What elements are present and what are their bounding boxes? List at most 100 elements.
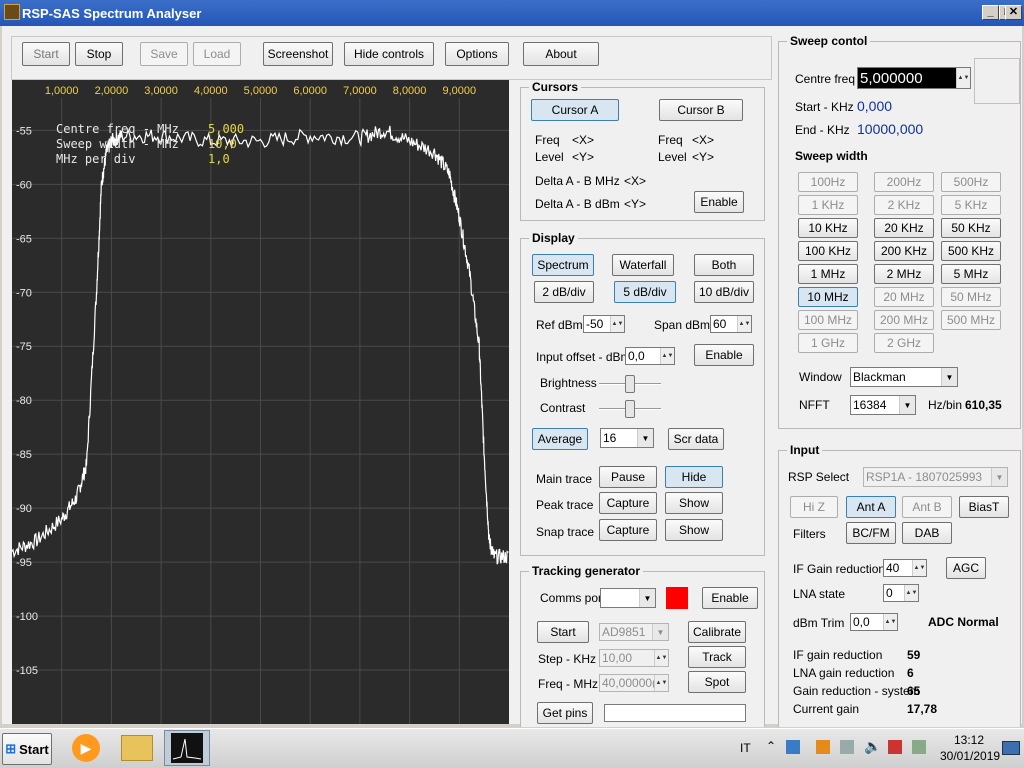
sweep-width-100hz[interactable]: 100Hz — [798, 172, 858, 192]
sweep-width-20khz[interactable]: 20 KHz — [874, 218, 934, 238]
lna-state-input[interactable]: 0 ▲▼ — [883, 584, 919, 602]
peak-trace-capture-button[interactable]: Capture — [599, 492, 657, 514]
minimize-icon[interactable]: _ — [982, 5, 999, 20]
save-button[interactable]: Save — [140, 42, 188, 66]
sweep-width-1ghz[interactable]: 1 GHz — [798, 333, 858, 353]
start-button[interactable]: Start — [22, 42, 70, 66]
dab-button[interactable]: DAB — [902, 522, 952, 544]
sweep-width-500hz[interactable]: 500Hz — [941, 172, 1001, 192]
stop-button[interactable]: Stop — [75, 42, 123, 66]
sweep-width-2khz[interactable]: 2 KHz — [874, 195, 934, 215]
sweep-width-1khz[interactable]: 1 KHz — [798, 195, 858, 215]
spot-button[interactable]: Spot — [688, 671, 746, 693]
clock-time[interactable]: 13:12 — [954, 733, 984, 747]
tracking-start-button[interactable]: Start — [537, 621, 589, 643]
ant-a-button[interactable]: Ant A — [846, 496, 896, 518]
sweep-width-100mhz[interactable]: 100 MHz — [798, 310, 858, 330]
chevron-down-icon[interactable]: ▼ — [941, 368, 957, 386]
start-menu-button[interactable]: ⊞ Start — [2, 733, 52, 765]
network-icon[interactable] — [786, 740, 800, 754]
average-button[interactable]: Average — [532, 428, 588, 450]
spin-icon[interactable]: ▲▼ — [654, 675, 668, 691]
sweep-width-1mhz[interactable]: 1 MHz — [798, 264, 858, 284]
chip-select[interactable]: AD9851 ▼ — [599, 623, 669, 641]
snap-trace-capture-button[interactable]: Capture — [599, 519, 657, 541]
brightness-slider[interactable] — [625, 375, 635, 393]
about-button[interactable]: About — [523, 42, 599, 66]
snap-trace-show-button[interactable]: Show — [665, 519, 723, 541]
load-button[interactable]: Load — [193, 42, 241, 66]
contrast-slider[interactable] — [625, 400, 635, 418]
chevron-down-icon[interactable]: ▼ — [991, 468, 1007, 486]
chevron-down-icon[interactable]: ▼ — [899, 396, 915, 414]
ref-dbm-input[interactable]: -50 ▲▼ — [583, 315, 625, 333]
cursor-b-button[interactable]: Cursor B — [659, 99, 743, 121]
rsp-select[interactable]: RSP1A - 1807025993 ▼ — [863, 467, 1008, 487]
action-center-icon[interactable] — [888, 740, 902, 754]
sweep-width-100khz[interactable]: 100 KHz — [798, 241, 858, 261]
sweep-width-10mhz[interactable]: 10 MHz — [798, 287, 858, 307]
nfft-select[interactable]: 16384 ▼ — [850, 395, 916, 415]
5db-div-button[interactable]: 5 dB/div — [614, 281, 676, 303]
average-select[interactable]: 16 ▼ — [600, 428, 654, 448]
chevron-down-icon[interactable]: ▼ — [637, 429, 653, 447]
peak-trace-show-button[interactable]: Show — [665, 492, 723, 514]
offset-enable-button[interactable]: Enable — [694, 344, 754, 366]
spectrum-app-task[interactable] — [164, 730, 210, 766]
spin-icon[interactable]: ▲▼ — [956, 68, 970, 88]
screenshot-button[interactable]: Screenshot — [263, 42, 333, 66]
spin-icon[interactable]: ▲▼ — [737, 316, 751, 332]
sweep-width-2ghz[interactable]: 2 GHz — [874, 333, 934, 353]
biast-button[interactable]: BiasT — [959, 496, 1009, 518]
sweep-width-200mhz[interactable]: 200 MHz — [874, 310, 934, 330]
chevron-up-icon[interactable]: ⌃ — [766, 739, 776, 753]
step-input[interactable]: 10,00 ▲▼ — [599, 649, 669, 667]
dbm-trim-input[interactable]: 0,0 ▲▼ — [850, 613, 898, 631]
device-icon[interactable] — [840, 740, 854, 754]
window-select[interactable]: Blackman ▼ — [850, 367, 958, 387]
power-icon[interactable] — [912, 740, 926, 754]
sweep-width-10khz[interactable]: 10 KHz — [798, 218, 858, 238]
span-dbm-input[interactable]: 60 ▲▼ — [710, 315, 752, 333]
tracking-enable-button[interactable]: Enable — [702, 587, 758, 609]
main-trace-pause-button[interactable]: Pause — [599, 466, 657, 488]
pins-field[interactable] — [604, 704, 746, 722]
spin-icon[interactable]: ▲▼ — [660, 348, 674, 364]
calibrate-button[interactable]: Calibrate — [688, 621, 746, 643]
sweep-width-20mhz[interactable]: 20 MHz — [874, 287, 934, 307]
sweep-width-5mhz[interactable]: 5 MHz — [941, 264, 1001, 284]
both-button[interactable]: Both — [694, 254, 754, 276]
sweep-width-2mhz[interactable]: 2 MHz — [874, 264, 934, 284]
close-icon[interactable]: ✕ — [1005, 5, 1022, 20]
spin-icon[interactable]: ▲▼ — [610, 316, 624, 332]
comms-port-select[interactable]: ▼ — [600, 588, 656, 608]
spectrum-display[interactable]: 1,0000 2,0000 3,0000 4,0000 5,0000 6,0000 7,00… — [12, 80, 509, 724]
explorer-icon[interactable] — [121, 735, 153, 761]
sweep-width-5khz[interactable]: 5 KHz — [941, 195, 1001, 215]
get-pins-button[interactable]: Get pins — [537, 702, 593, 724]
waterfall-button[interactable]: Waterfall — [612, 254, 674, 276]
sweep-width-50mhz[interactable]: 50 MHz — [941, 287, 1001, 307]
spin-icon[interactable]: ▲▼ — [654, 650, 668, 666]
spin-icon[interactable]: ▲▼ — [883, 614, 897, 630]
sweep-width-200khz[interactable]: 200 KHz — [874, 241, 934, 261]
chevron-down-icon[interactable]: ▼ — [652, 624, 668, 640]
main-trace-hide-button[interactable]: Hide — [665, 466, 723, 488]
bcfm-button[interactable]: BC/FM — [846, 522, 896, 544]
input-offset-input[interactable]: 0,0 ▲▼ — [625, 347, 675, 365]
track-button[interactable]: Track — [688, 646, 746, 668]
sweep-width-500khz[interactable]: 500 KHz — [941, 241, 1001, 261]
hiz-button[interactable]: Hi Z — [790, 496, 838, 518]
chevron-down-icon[interactable]: ▼ — [639, 589, 655, 607]
spin-icon[interactable]: ▲▼ — [912, 560, 926, 576]
scr-data-button[interactable]: Scr data — [668, 428, 724, 450]
spin-icon[interactable]: ▲▼ — [904, 585, 918, 601]
agc-button[interactable]: AGC — [946, 557, 986, 579]
if-gain-input[interactable]: 40 ▲▼ — [883, 559, 927, 577]
show-desktop-icon[interactable] — [1002, 741, 1020, 755]
10db-div-button[interactable]: 10 dB/div — [694, 281, 754, 303]
security-icon[interactable] — [816, 740, 830, 754]
language-indicator[interactable]: IT — [740, 741, 751, 755]
sweep-width-500mhz[interactable]: 500 MHz — [941, 310, 1001, 330]
media-player-icon[interactable]: ▶ — [72, 734, 100, 762]
